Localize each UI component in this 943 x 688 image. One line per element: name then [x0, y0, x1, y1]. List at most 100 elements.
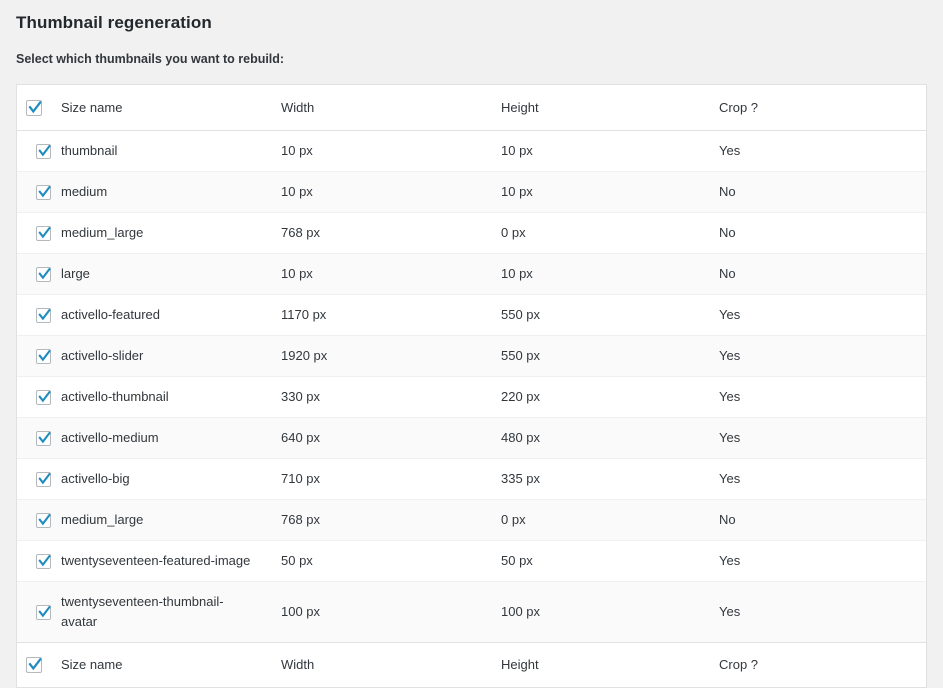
check-icon [38, 144, 51, 156]
row-crop: Yes [719, 470, 741, 486]
row-checkbox[interactable] [36, 604, 51, 620]
row-height: 550 px [501, 347, 541, 363]
row-size-name[interactable]: activello-big [61, 458, 279, 499]
row-size-name[interactable]: thumbnail [61, 130, 279, 171]
row-height: 10 px [501, 265, 533, 281]
table-row: activello-thumbnail 330 px 220 px Yes [17, 376, 926, 417]
row-width: 10 px [281, 142, 313, 158]
row-width: 330 px [281, 388, 321, 404]
row-checkbox[interactable] [36, 143, 51, 159]
row-crop: Yes [719, 429, 741, 445]
footer-height[interactable]: Height [499, 642, 718, 688]
footer-crop[interactable]: Crop ? [718, 642, 926, 688]
page-subtitle: Select which thumbnails you want to rebu… [16, 52, 285, 66]
table-row: thumbnail 10 px 10 px Yes [17, 130, 926, 171]
table-row: medium_large 768 px 0 px No [17, 212, 926, 253]
row-checkbox[interactable] [36, 348, 51, 364]
row-size-name[interactable]: large [61, 253, 279, 294]
row-height: 220 px [501, 388, 541, 404]
row-size-name[interactable]: activello-thumbnail [61, 376, 279, 417]
table-footer: Size name Width Height Crop ? [17, 642, 926, 688]
header-crop[interactable]: Crop ? [718, 85, 926, 131]
row-width: 640 px [281, 429, 321, 445]
check-icon [38, 513, 51, 525]
row-size-name[interactable]: activello-slider [61, 335, 279, 376]
row-size-name[interactable]: medium_large [61, 499, 279, 540]
row-width: 10 px [281, 183, 313, 199]
row-select-cell [17, 212, 61, 253]
row-checkbox[interactable] [36, 471, 51, 487]
row-height: 10 px [501, 142, 533, 158]
row-select-cell [17, 581, 61, 642]
row-width: 1920 px [281, 347, 328, 363]
row-width: 10 px [281, 265, 313, 281]
row-checkbox[interactable] [36, 184, 51, 200]
table-row: large 10 px 10 px No [17, 253, 926, 295]
row-select-cell [17, 171, 61, 212]
check-icon [38, 390, 51, 402]
footer-width[interactable]: Width [279, 642, 499, 688]
table-row: activello-featured 1170 px 550 px Yes [17, 294, 926, 335]
page-title: Thumbnail regeneration [16, 13, 212, 32]
row-size-name[interactable]: twentyseventeen-thumbnail-avatar [61, 581, 279, 642]
row-checkbox[interactable] [36, 266, 51, 282]
check-icon [38, 554, 51, 566]
check-icon [38, 472, 51, 484]
row-checkbox[interactable] [36, 553, 51, 569]
row-checkbox[interactable] [36, 225, 51, 241]
row-select-cell [17, 253, 61, 294]
row-height: 550 px [501, 306, 541, 322]
row-checkbox[interactable] [36, 430, 51, 446]
row-crop: Yes [719, 306, 741, 322]
header-width[interactable]: Width [279, 85, 499, 131]
row-height: 50 px [501, 552, 533, 568]
row-height: 10 px [501, 183, 533, 199]
row-width: 768 px [281, 511, 321, 527]
row-size-name[interactable]: medium [61, 171, 279, 212]
row-crop: No [719, 224, 736, 240]
footer-size-name[interactable]: Size name [61, 642, 279, 688]
header-size-name[interactable]: Size name [61, 85, 279, 131]
row-width: 1170 px [281, 306, 327, 322]
row-crop: Yes [719, 388, 741, 404]
table-row: twentyseventeen-thumbnail-avatar 100 px 10… [17, 581, 926, 643]
row-height: 0 px [501, 224, 526, 240]
row-width: 710 px [281, 470, 321, 486]
row-select-cell [17, 417, 61, 458]
table-row: activello-big 710 px 335 px Yes [17, 458, 926, 499]
row-height: 100 px [501, 603, 541, 619]
row-height: 480 px [501, 429, 541, 445]
select-all-checkbox-footer[interactable] [26, 657, 42, 674]
row-select-cell [17, 130, 61, 171]
thumbnail-regeneration-page: Thumbnail regeneration Select which thum… [0, 0, 943, 688]
row-size-name[interactable]: activello-featured [61, 294, 279, 335]
table-row: activello-slider 1920 px 550 px Yes [17, 335, 926, 377]
check-icon [38, 349, 51, 361]
check-icon [28, 657, 42, 671]
select-all-footer-cell [17, 642, 61, 688]
check-icon [38, 226, 51, 238]
row-size-name[interactable]: twentyseventeen-featured-image [61, 540, 279, 581]
row-crop: No [719, 511, 736, 527]
row-select-cell [17, 376, 61, 417]
table-row: medium 10 px 10 px No [17, 171, 926, 213]
header-height[interactable]: Height [499, 85, 718, 131]
row-checkbox[interactable] [36, 389, 51, 405]
row-checkbox[interactable] [36, 512, 51, 528]
row-crop: Yes [719, 552, 741, 568]
check-icon [38, 267, 51, 279]
row-crop: Yes [719, 347, 741, 363]
row-width: 100 px [281, 603, 321, 619]
row-select-cell [17, 540, 61, 581]
row-size-name[interactable]: medium_large [61, 212, 279, 253]
select-all-checkbox[interactable] [26, 99, 42, 116]
row-select-cell [17, 499, 61, 540]
row-crop: Yes [719, 142, 741, 158]
table-row: activello-medium 640 px 480 px Yes [17, 417, 926, 459]
table-row: medium_large 768 px 0 px No [17, 499, 926, 541]
row-size-name[interactable]: activello-medium [61, 417, 279, 458]
row-select-cell [17, 458, 61, 499]
table-header: Size name Width Height Crop ? [17, 85, 926, 131]
check-icon [28, 100, 42, 113]
row-checkbox[interactable] [36, 307, 51, 323]
